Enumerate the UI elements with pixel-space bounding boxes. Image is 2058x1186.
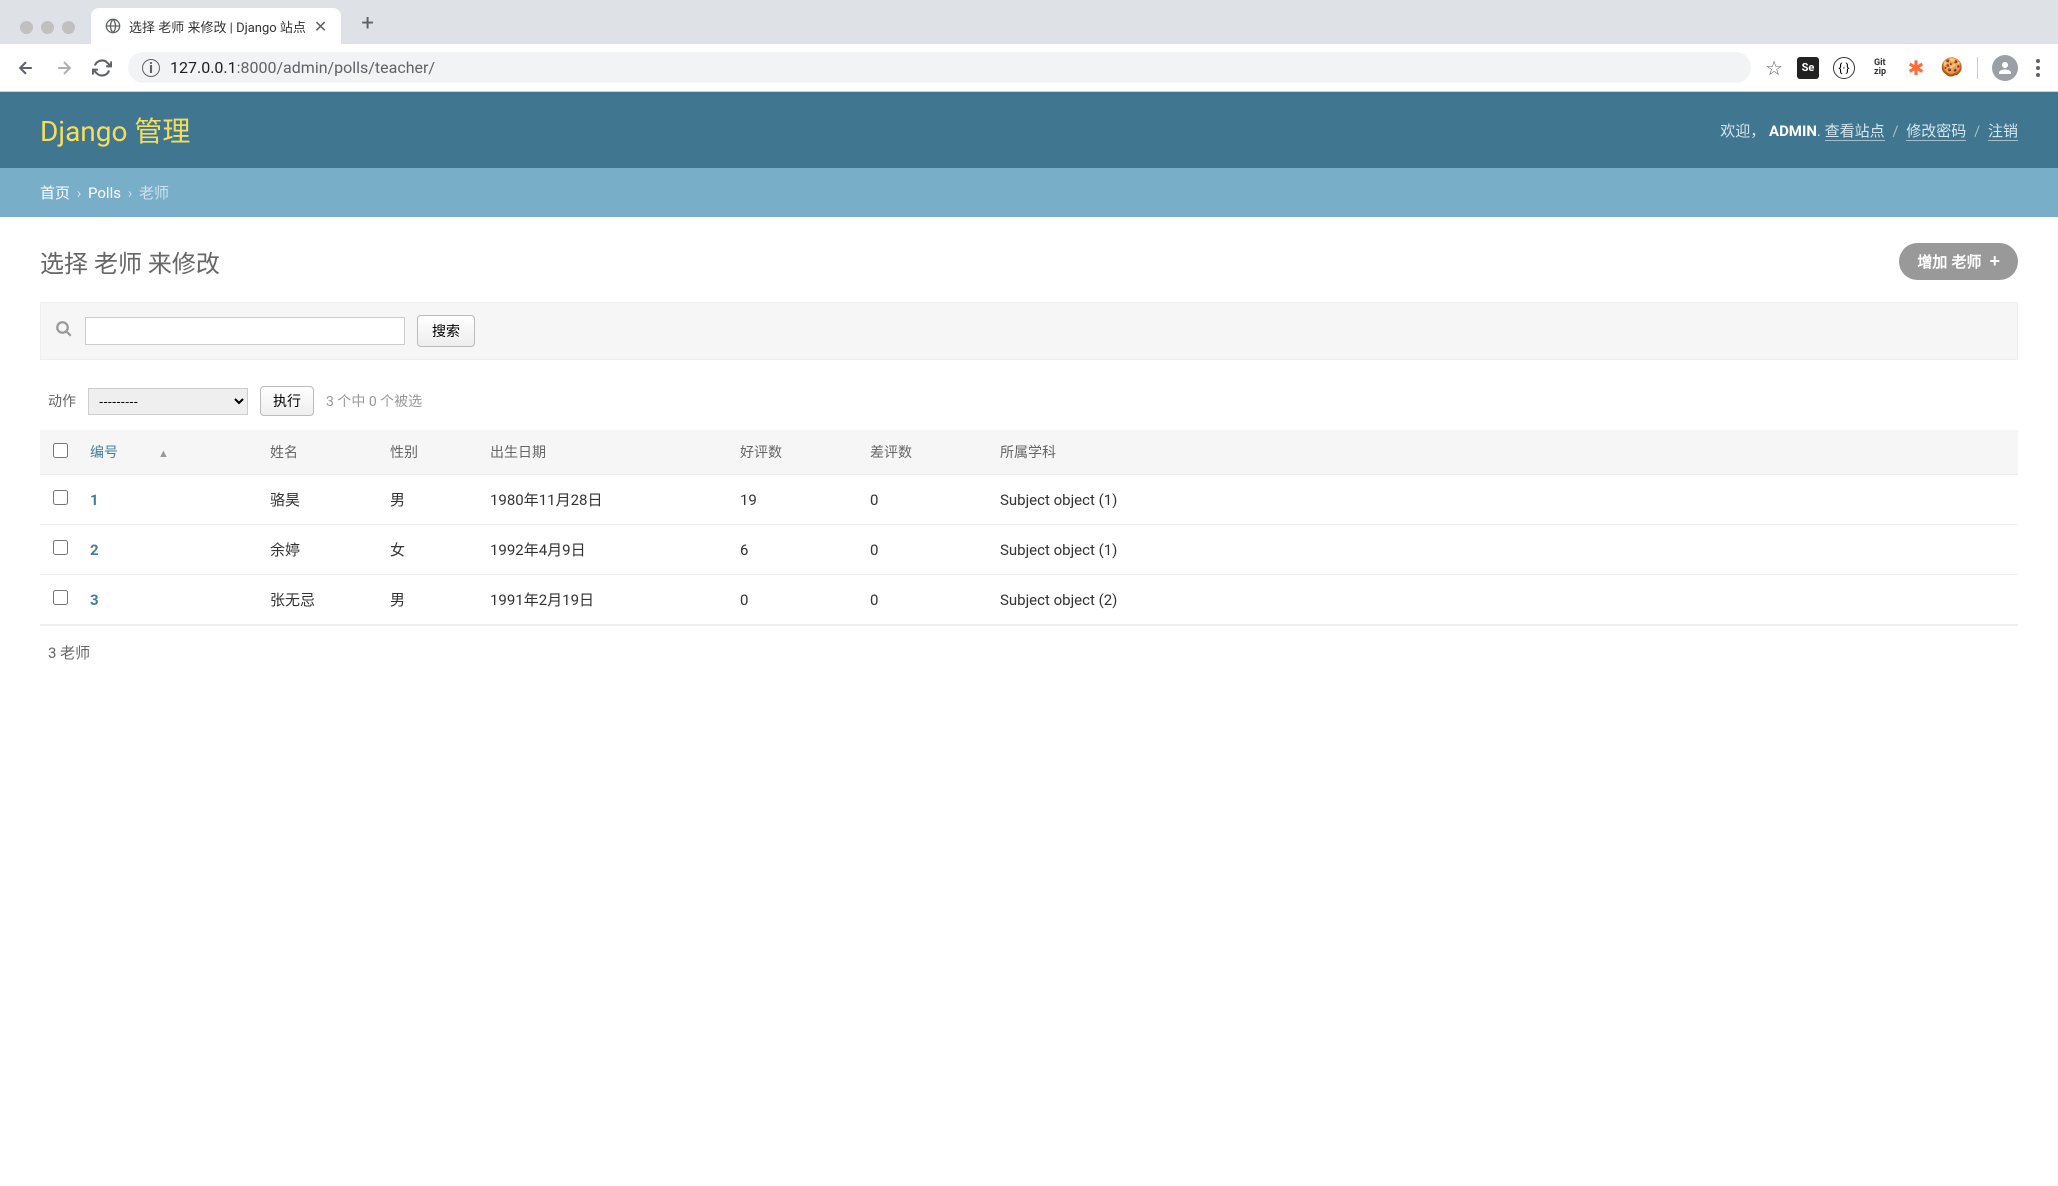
extension-icon-circle[interactable]: {·} <box>1833 57 1855 79</box>
search-icon <box>55 320 73 343</box>
row-bad: 0 <box>860 525 990 575</box>
row-gender: 女 <box>380 525 480 575</box>
tab-title: 选择 老师 来修改 | Django 站点 <box>129 17 306 36</box>
breadcrumb-current: 老师 <box>139 184 169 202</box>
tab-bar: 选择 老师 来修改 | Django 站点 ✕ + <box>0 0 2058 44</box>
search-bar: 搜索 <box>40 302 2018 360</box>
window-controls <box>12 21 83 44</box>
row-subject: Subject object (2) <box>990 575 2018 625</box>
row-subject: Subject object (1) <box>990 525 2018 575</box>
row-name: 张无忌 <box>260 575 380 625</box>
row-checkbox[interactable] <box>53 590 68 605</box>
column-header-id[interactable]: 编号▲ <box>80 430 260 475</box>
row-birth: 1992年4月9日 <box>480 525 730 575</box>
actions-select[interactable]: --------- <box>88 388 248 415</box>
change-password-link[interactable]: 修改密码 <box>1906 122 1966 141</box>
plus-icon: + <box>1989 251 2000 272</box>
column-header-name[interactable]: 姓名 <box>260 430 380 475</box>
cookie-extension-icon[interactable]: 🍪 <box>1941 57 1963 79</box>
row-birth: 1991年2月19日 <box>480 575 730 625</box>
row-good: 19 <box>730 475 860 525</box>
logout-link[interactable]: 注销 <box>1988 122 2018 141</box>
selenium-extension-icon[interactable]: Se <box>1797 57 1819 79</box>
results-table: 编号▲ 姓名 性别 出生日期 好评数 差评数 所属学科 1 骆昊男1980年11月… <box>40 430 2018 625</box>
actions-row: 动作 --------- 执行 3 个中 0 个被选 <box>40 386 2018 430</box>
search-button[interactable]: 搜索 <box>417 315 475 347</box>
back-button[interactable] <box>14 56 38 80</box>
new-tab-button[interactable]: + <box>349 11 385 44</box>
row-id-link[interactable]: 1 <box>90 491 99 509</box>
search-input[interactable] <box>85 317 405 345</box>
url-text: 127.0.0.1:8000/admin/polls/teacher/ <box>170 58 435 77</box>
row-gender: 男 <box>380 575 480 625</box>
select-all-checkbox[interactable] <box>53 443 68 458</box>
row-checkbox[interactable] <box>53 490 68 505</box>
close-tab-icon[interactable]: ✕ <box>314 17 327 36</box>
row-name: 骆昊 <box>260 475 380 525</box>
site-brand[interactable]: Django 管理 <box>40 110 190 150</box>
extension-icon-star[interactable]: ✱ <box>1905 57 1927 79</box>
go-button[interactable]: 执行 <box>260 386 314 416</box>
page-title: 选择 老师 来修改 <box>40 244 220 279</box>
column-header-good[interactable]: 好评数 <box>730 430 860 475</box>
view-site-link[interactable]: 查看站点 <box>1825 122 1885 141</box>
actions-label: 动作 <box>48 391 76 411</box>
forward-button[interactable] <box>52 56 76 80</box>
globe-icon <box>105 18 121 34</box>
column-header-birth[interactable]: 出生日期 <box>480 430 730 475</box>
row-birth: 1980年11月28日 <box>480 475 730 525</box>
admin-header: Django 管理 欢迎， ADMIN. 查看站点 / 修改密码 / 注销 <box>0 92 2058 168</box>
column-header-gender[interactable]: 性别 <box>380 430 480 475</box>
row-bad: 0 <box>860 575 990 625</box>
row-good: 0 <box>730 575 860 625</box>
add-teacher-button[interactable]: 增加 老师 + <box>1899 243 2018 280</box>
table-row: 1 骆昊男1980年11月28日190Subject object (1) <box>40 475 2018 525</box>
address-bar: i 127.0.0.1:8000/admin/polls/teacher/ ☆ … <box>0 44 2058 92</box>
breadcrumb-app[interactable]: Polls <box>88 184 121 202</box>
browser-chrome: 选择 老师 来修改 | Django 站点 ✕ + i 127.0.0.1:80… <box>0 0 2058 92</box>
column-header-bad[interactable]: 差评数 <box>860 430 990 475</box>
row-id-link[interactable]: 3 <box>90 591 99 609</box>
row-bad: 0 <box>860 475 990 525</box>
username: ADMIN <box>1769 122 1817 140</box>
user-links: 欢迎， ADMIN. 查看站点 / 修改密码 / 注销 <box>1720 120 2018 141</box>
sort-asc-icon: ▲ <box>158 447 169 460</box>
browser-menu-icon[interactable] <box>2032 55 2044 81</box>
close-window-button[interactable] <box>20 21 33 34</box>
row-good: 6 <box>730 525 860 575</box>
url-bar[interactable]: i 127.0.0.1:8000/admin/polls/teacher/ <box>128 52 1751 83</box>
welcome-text: 欢迎， <box>1720 122 1765 140</box>
footer-count: 3 老师 <box>40 625 2018 679</box>
selection-count: 3 个中 0 个被选 <box>326 391 422 411</box>
breadcrumb-home[interactable]: 首页 <box>40 184 70 202</box>
row-name: 余婷 <box>260 525 380 575</box>
profile-avatar-icon[interactable] <box>1992 55 2018 81</box>
table-row: 2 余婷女1992年4月9日60Subject object (1) <box>40 525 2018 575</box>
extension-icons: Se {·} Gitzip ✱ 🍪 <box>1797 55 2044 81</box>
content: 选择 老师 来修改 增加 老师 + 搜索 动作 --------- 执行 3 个… <box>0 217 2058 705</box>
column-header-subject[interactable]: 所属学科 <box>990 430 2018 475</box>
row-gender: 男 <box>380 475 480 525</box>
gitzip-extension-icon[interactable]: Gitzip <box>1869 57 1891 79</box>
breadcrumb: 首页 › Polls › 老师 <box>0 168 2058 217</box>
browser-tab[interactable]: 选择 老师 来修改 | Django 站点 ✕ <box>91 8 341 44</box>
bookmark-star-icon[interactable]: ☆ <box>1765 56 1783 80</box>
separator <box>1977 57 1978 79</box>
reload-button[interactable] <box>90 56 114 80</box>
maximize-window-button[interactable] <box>62 21 75 34</box>
page-header: 选择 老师 来修改 增加 老师 + <box>40 243 2018 280</box>
row-subject: Subject object (1) <box>990 475 2018 525</box>
minimize-window-button[interactable] <box>41 21 54 34</box>
row-id-link[interactable]: 2 <box>90 541 99 559</box>
row-checkbox[interactable] <box>53 540 68 555</box>
site-info-icon[interactable]: i <box>142 59 160 77</box>
table-row: 3张无忌男1991年2月19日00Subject object (2) <box>40 575 2018 625</box>
